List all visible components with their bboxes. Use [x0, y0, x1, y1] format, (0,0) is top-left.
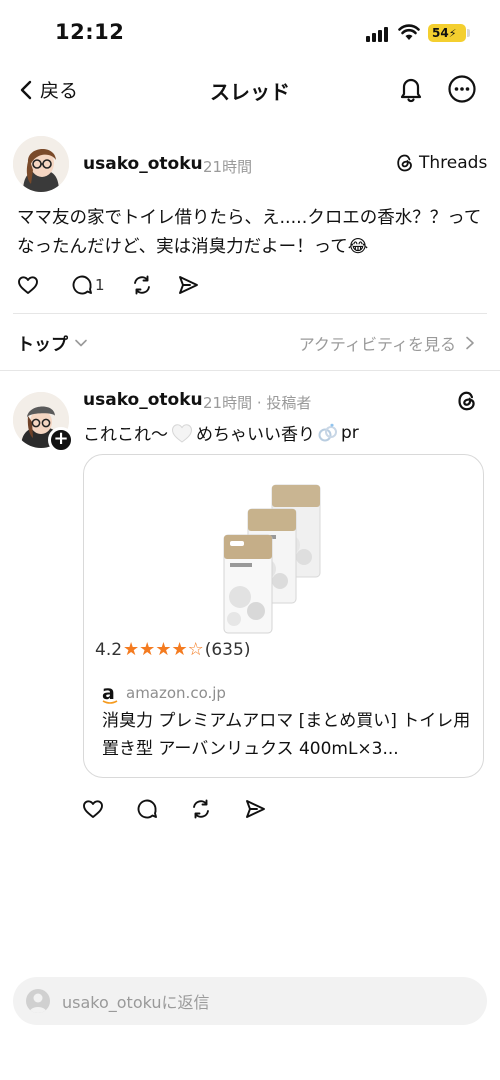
chevron-down-icon — [75, 339, 87, 346]
user-avatar-icon — [26, 989, 50, 1013]
product-bottle-front — [223, 534, 273, 634]
chevron-right-icon — [466, 336, 474, 350]
like-button[interactable] — [78, 794, 108, 824]
back-button[interactable]: 戻る — [18, 76, 78, 103]
heart-icon — [18, 276, 38, 294]
heart-icon — [83, 800, 103, 818]
reply-compose-bar[interactable]: usako_otokuに返信 — [13, 977, 487, 1025]
divider — [13, 313, 487, 314]
reply-text-part1: これこれ〜 — [83, 425, 168, 445]
post-body: ママ友の家でトイレ借りたら、え.....クロエの香水？？ってなったんだけど、実は… — [17, 208, 482, 257]
review-count: (635) — [204, 639, 251, 660]
sort-label: トップ — [17, 335, 68, 355]
reply-input-placeholder: usako_otokuに返信 — [62, 993, 210, 1012]
send-icon — [246, 800, 265, 818]
like-button[interactable] — [13, 270, 43, 300]
amazon-logo-icon: a — [102, 684, 118, 704]
battery-tip — [467, 29, 470, 37]
share-button[interactable] — [173, 270, 203, 300]
cellular-signal-icon — [366, 26, 390, 42]
charging-bolt-icon: ⚡ — [448, 27, 457, 40]
battery-indicator: 54⚡ — [428, 24, 466, 42]
view-activity-link[interactable]: アクティビティを見る — [299, 331, 476, 355]
rings-emoji-icon — [318, 423, 337, 441]
avatar-illustration — [13, 136, 69, 192]
post-username[interactable]: usako_otoku — [83, 154, 203, 174]
reply-username[interactable]: usako_otoku — [83, 390, 203, 410]
wifi-icon — [398, 24, 420, 40]
battery-level: 54 — [432, 26, 449, 40]
threads-label: Threads — [419, 153, 488, 173]
post-action-bar: 1 — [13, 270, 203, 300]
repost-button[interactable] — [186, 794, 216, 824]
product-rating: 4.2 ★★★★☆ (635) — [95, 639, 250, 660]
activity-label: アクティビティを見る — [298, 335, 456, 354]
plus-icon: + — [53, 428, 69, 449]
more-options-icon[interactable] — [447, 74, 477, 104]
send-icon — [178, 276, 198, 294]
link-title: 消臭力 プレミアムアロマ [まとめ買い] トイレ用 置き型 アーバンリュクス 4… — [102, 711, 471, 759]
reply-count: 1 — [95, 276, 105, 294]
reply-button[interactable] — [67, 270, 97, 300]
rating-stars: ★★★★☆ — [123, 639, 204, 660]
chevron-left-icon — [20, 80, 32, 99]
white-heart-emoji-icon — [171, 423, 193, 443]
reply-body: これこれ〜 めちゃいい香り pr — [83, 420, 359, 446]
link-preview-card[interactable]: 4.2 ★★★★☆ (635) a amazon.co.jp 消臭力 プレミアム… — [83, 454, 484, 778]
post-timestamp: 21時間 — [203, 158, 253, 176]
avatar[interactable] — [13, 136, 69, 192]
nav-header: 戻る スレッド — [0, 66, 500, 114]
comment-icon — [137, 799, 157, 819]
status-bar: 12:12 54⚡ — [0, 0, 500, 66]
threads-link[interactable]: Threads — [395, 153, 487, 173]
reply-button[interactable] — [132, 794, 162, 824]
sort-dropdown[interactable]: トップ — [17, 330, 88, 355]
link-domain-row: a amazon.co.jp — [102, 684, 226, 704]
reply-action-bar — [78, 794, 294, 824]
back-label: 戻る — [40, 80, 79, 102]
bell-icon[interactable] — [396, 74, 426, 104]
share-button[interactable] — [240, 794, 270, 824]
reply-text-part3: pr — [341, 422, 359, 443]
threads-logo-icon — [397, 154, 412, 172]
reply-meta: 21時間 · 投稿者 — [203, 394, 312, 412]
reply-text-part2: めちゃいい香り — [196, 425, 315, 445]
repost-button[interactable] — [127, 270, 157, 300]
rating-value: 4.2 — [95, 639, 123, 660]
repost-icon — [133, 275, 150, 295]
repost-icon — [193, 799, 209, 819]
status-time: 12:12 — [55, 20, 125, 44]
follow-plus-button[interactable]: + — [48, 427, 74, 453]
comment-icon — [72, 275, 92, 295]
section-divider — [0, 370, 500, 371]
product-image — [223, 484, 321, 634]
link-domain: amazon.co.jp — [126, 684, 226, 702]
threads-logo-icon[interactable] — [456, 390, 478, 412]
